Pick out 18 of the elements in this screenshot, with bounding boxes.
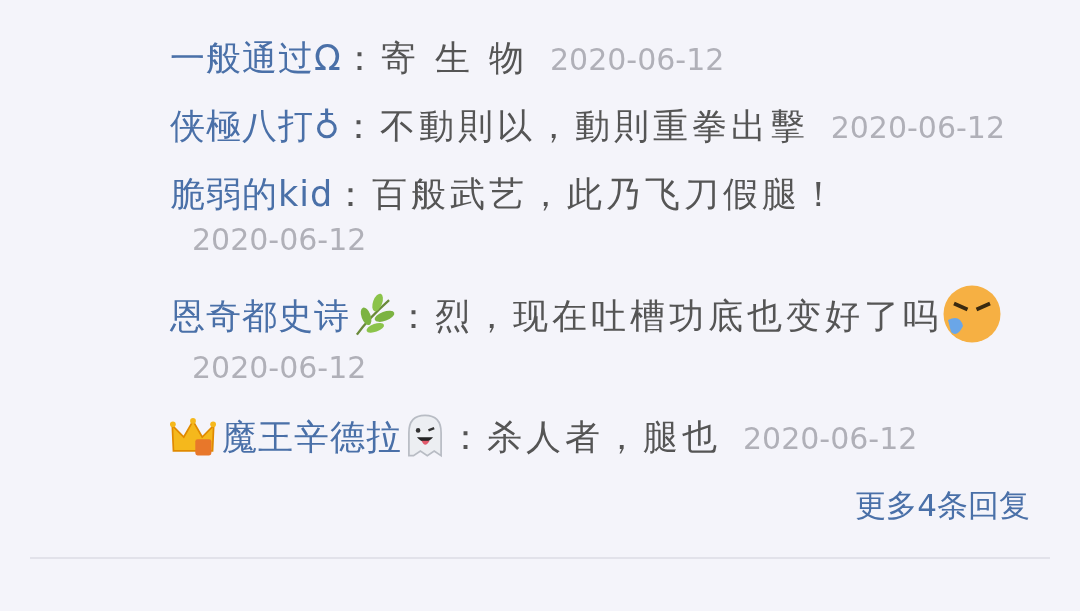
more-replies-link[interactable]: 更多4条回复: [855, 483, 1030, 527]
reply-date: 2020-06-12: [192, 222, 367, 257]
reply-date: 2020-06-12: [743, 421, 918, 456]
username-link[interactable]: 脆弱的kid: [170, 174, 334, 214]
username-link[interactable]: 恩奇都史诗: [170, 296, 350, 336]
username-link[interactable]: 魔王辛德拉: [222, 417, 402, 457]
reply-date: 2020-06-12: [830, 110, 1005, 145]
reply-text: ：百般武艺，此乃飞刀假腿！: [333, 174, 841, 214]
reply-date: 2020-06-12: [192, 350, 367, 385]
reply-text: ：烈，现在吐槽功底也变好了吗: [396, 296, 942, 336]
reply-text: ：寄 生 物: [341, 38, 528, 78]
username-link[interactable]: 一般通过Ω: [170, 38, 342, 78]
crown-icon: [170, 416, 216, 458]
reply-text: ：不動則以，動則重拳出擊: [340, 106, 809, 146]
username-link[interactable]: 侠極八打♁: [170, 106, 341, 146]
reply-text: ：杀人者，腿也: [448, 417, 721, 457]
reply-date: 2020-06-12: [550, 42, 725, 77]
emoji-sticker-icon: [942, 284, 1002, 344]
